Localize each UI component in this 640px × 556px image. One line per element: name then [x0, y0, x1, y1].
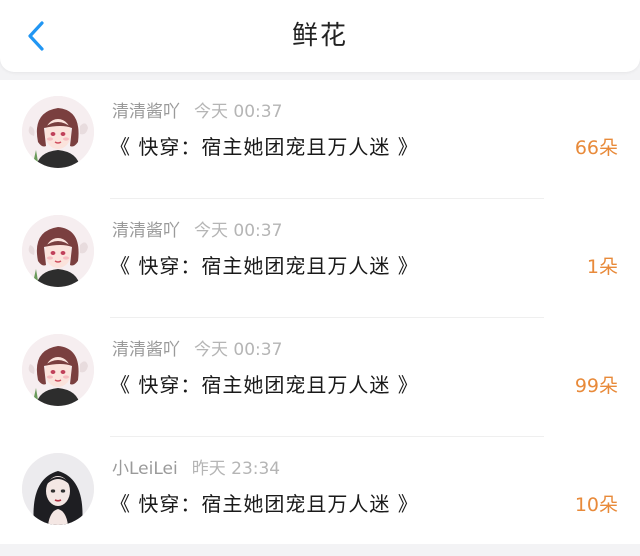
top-bar: 鲜花 [0, 0, 640, 72]
record-meta: 清清酱吖 今天 00:37 [112, 100, 282, 124]
record-meta: 小LeiLei 昨天 23:34 [112, 457, 280, 481]
timestamp: 今天 00:37 [194, 221, 283, 241]
user-name[interactable]: 清清酱吖 [112, 102, 180, 122]
user-name[interactable]: 清清酱吖 [112, 340, 180, 360]
book-title[interactable]: 《 快穿：宿主她团宠且万人迷 》 [110, 370, 419, 400]
record-meta: 清清酱吖 今天 00:37 [112, 338, 282, 362]
user-avatar-icon [22, 215, 94, 287]
user-avatar-icon [22, 453, 94, 525]
book-title[interactable]: 《 快穿：宿主她团宠且万人迷 》 [110, 489, 419, 519]
list-item[interactable]: 清清酱吖 今天 00:37 《 快穿：宿主她团宠且万人迷 》 99朵 [0, 318, 640, 437]
flower-count: 1朵 [586, 256, 618, 278]
user-name[interactable]: 清清酱吖 [112, 221, 180, 241]
user-avatar-icon [22, 334, 94, 406]
avatar[interactable] [22, 96, 94, 168]
record-meta: 清清酱吖 今天 00:37 [112, 219, 282, 243]
list-item[interactable]: 清清酱吖 今天 00:37 《 快穿：宿主她团宠且万人迷 》 1朵 [0, 199, 640, 318]
avatar[interactable] [22, 215, 94, 287]
flower-count: 10朵 [574, 494, 618, 516]
user-avatar-icon [22, 96, 94, 168]
flower-record-list: 清清酱吖 今天 00:37 《 快穿：宿主她团宠且万人迷 》 66朵 清清酱吖 … [0, 80, 640, 544]
list-item[interactable]: 清清酱吖 今天 00:37 《 快穿：宿主她团宠且万人迷 》 66朵 [0, 80, 640, 199]
page-title: 鲜花 [291, 21, 348, 51]
avatar[interactable] [22, 334, 94, 406]
timestamp: 昨天 23:34 [191, 459, 281, 479]
flower-count: 66朵 [574, 137, 618, 159]
user-name[interactable]: 小LeiLei [112, 459, 178, 479]
book-title[interactable]: 《 快穿：宿主她团宠且万人迷 》 [110, 251, 419, 281]
avatar[interactable] [22, 453, 94, 525]
timestamp: 今天 00:37 [194, 102, 283, 122]
flower-count: 99朵 [574, 375, 618, 397]
list-item[interactable]: 小LeiLei 昨天 23:34 《 快穿：宿主她团宠且万人迷 》 10朵 [0, 437, 640, 556]
book-title[interactable]: 《 快穿：宿主她团宠且万人迷 》 [110, 132, 419, 162]
timestamp: 今天 00:37 [194, 340, 283, 360]
